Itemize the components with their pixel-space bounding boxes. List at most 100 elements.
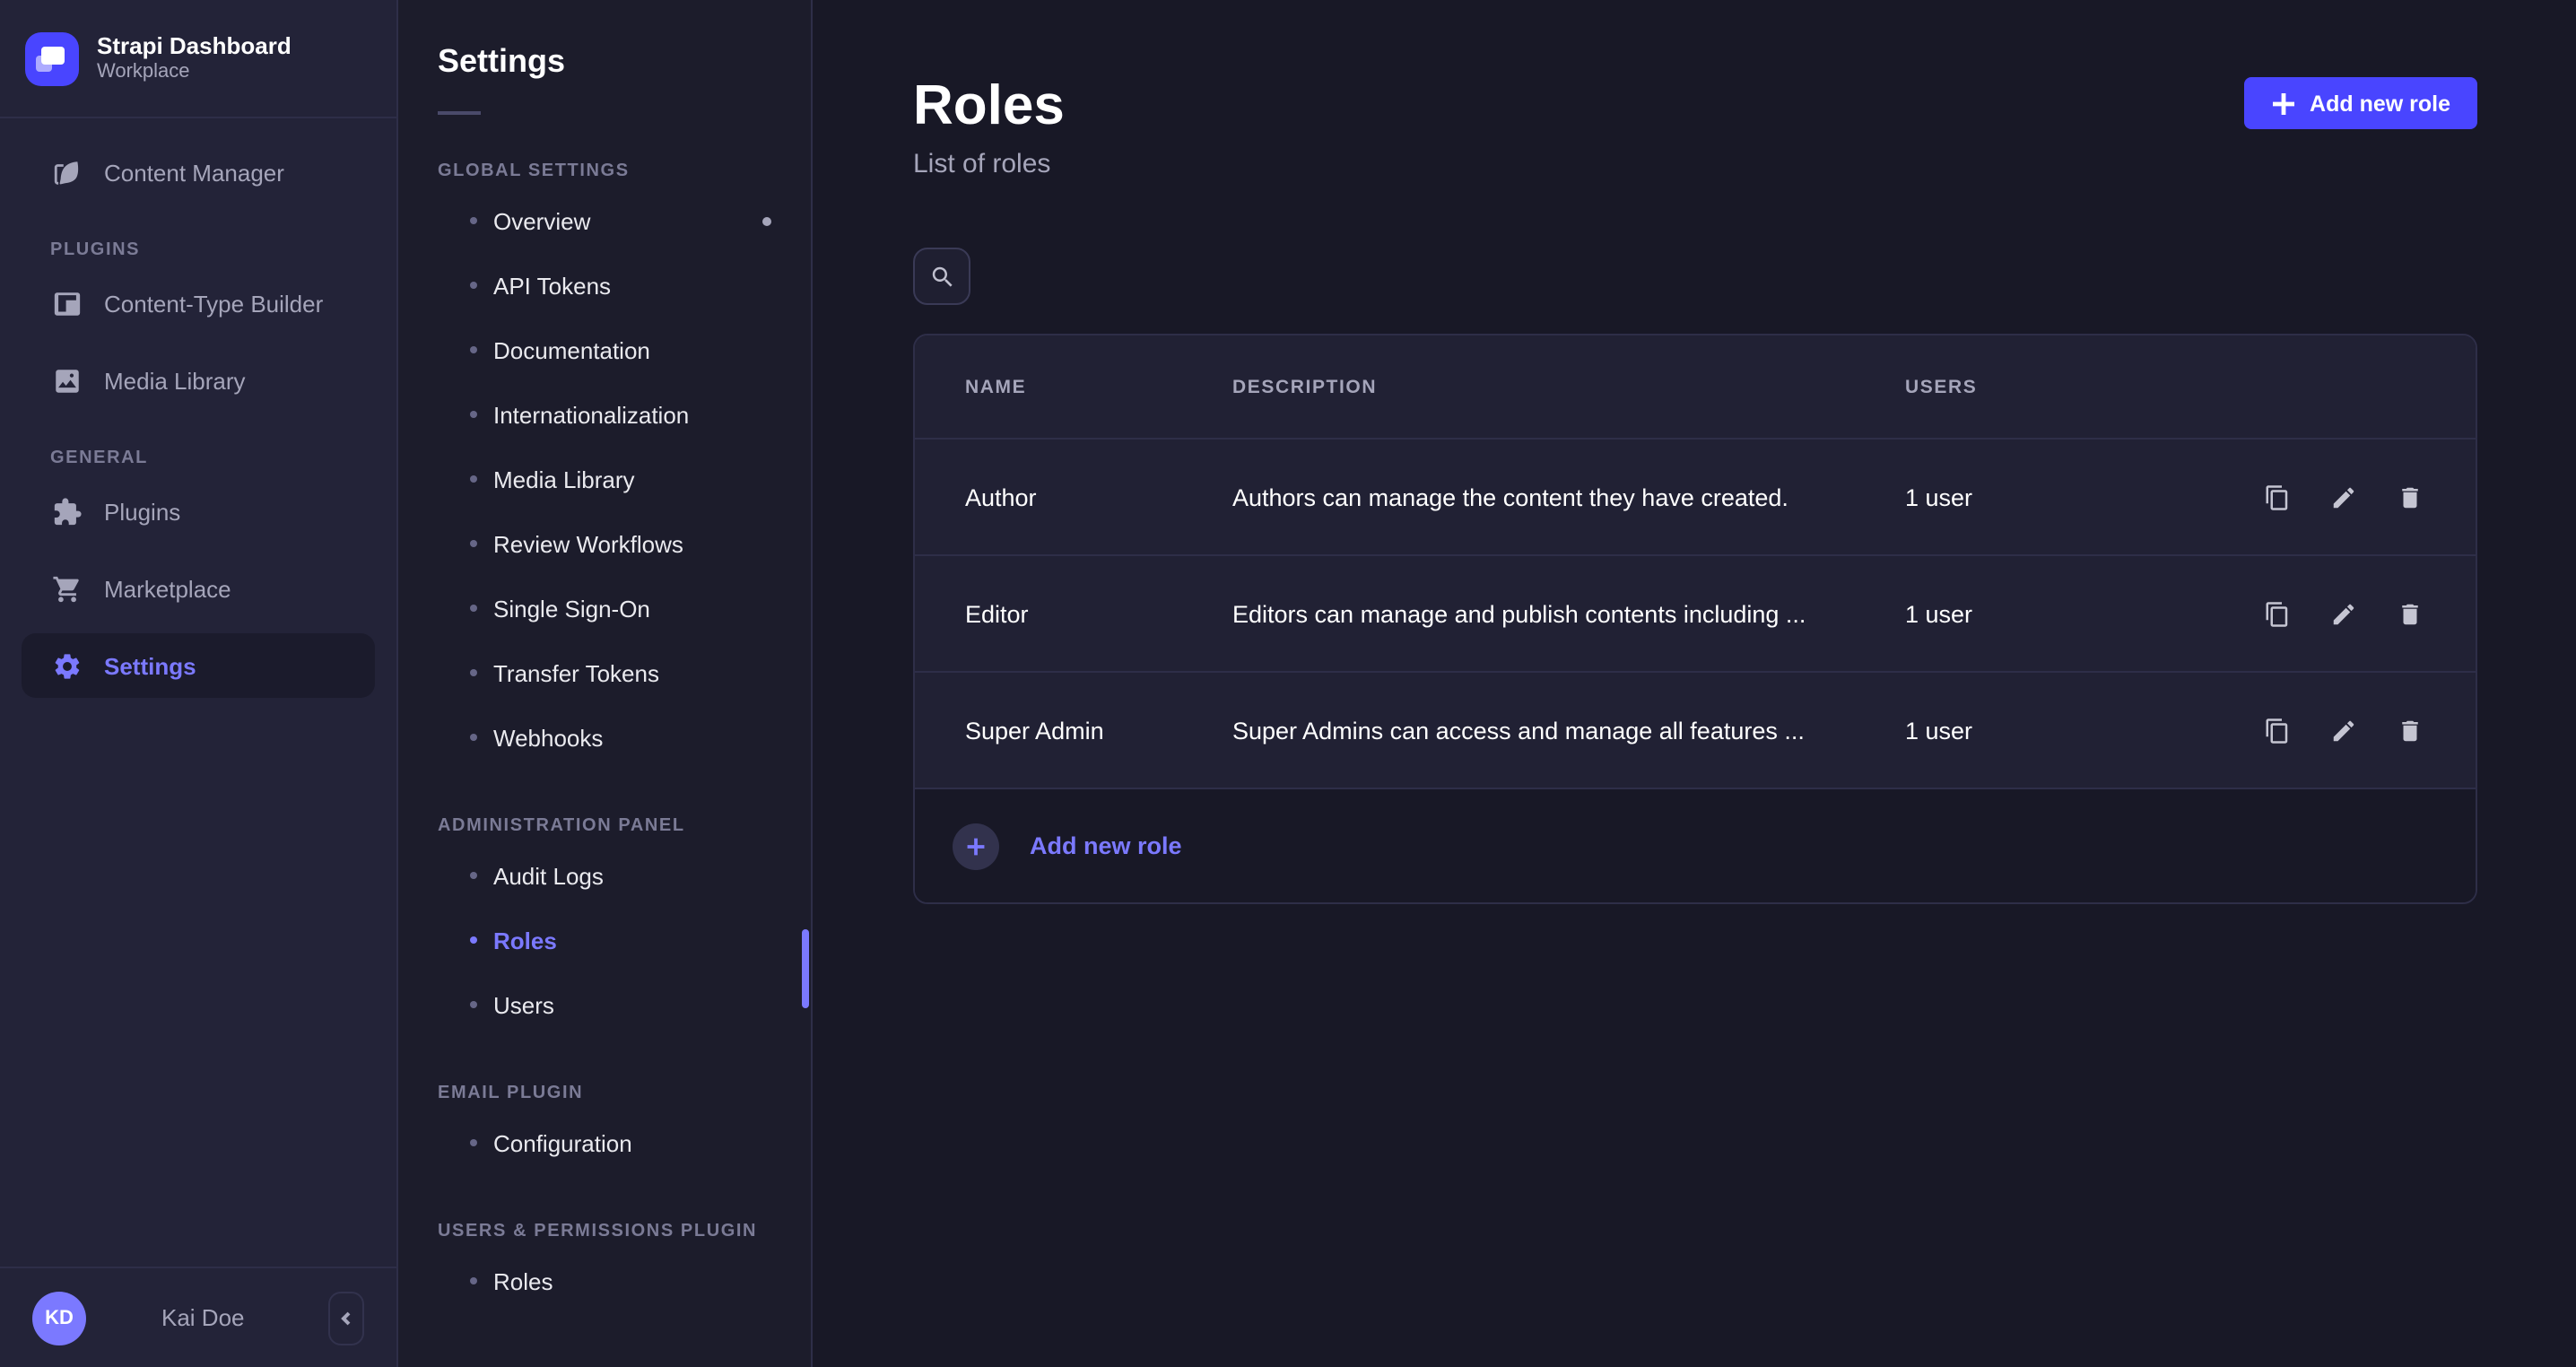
sidebar-item-media-library[interactable]: Media Library (22, 348, 375, 413)
sidebar-nav: Content Manager Plugins Content-Type Bui… (0, 118, 396, 1267)
subnav-item-transfer-tokens[interactable]: Transfer Tokens (398, 640, 811, 705)
subnav-item-api-tokens[interactable]: API Tokens (398, 253, 811, 318)
column-header-description: Description (1232, 376, 1905, 397)
sidebar-item-plugins[interactable]: Plugins (22, 479, 375, 544)
delete-role-button[interactable] (2393, 714, 2425, 746)
subnav-divider (438, 111, 481, 115)
duplicate-role-button[interactable] (2260, 714, 2293, 746)
subnav-item-roles[interactable]: Roles (398, 908, 811, 972)
sidebar-item-content-type-builder[interactable]: Content-Type Builder (22, 271, 375, 335)
bullet-icon (470, 605, 477, 612)
sidebar-item-label: Media Library (104, 367, 246, 394)
plus-icon (2270, 91, 2295, 116)
subnav-item-media-library[interactable]: Media Library (398, 447, 811, 511)
role-name: Author (965, 483, 1232, 510)
role-name: Editor (965, 600, 1232, 627)
gear-icon (50, 649, 83, 682)
user-name: Kai Doe (161, 1304, 245, 1331)
bullet-icon (470, 872, 477, 879)
roles-table-card: Name Description Users Author Authors ca… (913, 334, 2477, 904)
duplicate-icon (2263, 717, 2290, 744)
delete-role-button[interactable] (2393, 481, 2425, 513)
delete-role-button[interactable] (2393, 597, 2425, 630)
edit-role-button[interactable] (2327, 481, 2359, 513)
subnav-item-single-sign-on[interactable]: Single Sign-On (398, 576, 811, 640)
bullet-icon (470, 217, 477, 224)
column-header-users: Users (1905, 376, 2425, 397)
main-sidebar: Strapi Dashboard Workplace Content Manag… (0, 0, 398, 1367)
role-description: Authors can manage the content they have… (1232, 483, 1905, 510)
page-header: Roles List of roles Add new role (913, 75, 2477, 179)
search-button[interactable] (913, 248, 970, 305)
table-row-super-admin[interactable]: Super Admin Super Admins can access and … (915, 671, 2476, 788)
role-users-count: 1 user (1905, 717, 2260, 744)
brand-title: Strapi Dashboard (97, 32, 292, 61)
sidebar-heading-plugins: Plugins (50, 240, 368, 260)
sidebar-item-content-manager[interactable]: Content Manager (22, 140, 375, 205)
sidebar-item-label: Settings (104, 652, 196, 679)
bullet-icon (470, 411, 477, 418)
puzzle-icon (50, 495, 83, 527)
duplicate-icon (2263, 483, 2290, 510)
subnav-item-webhooks[interactable]: Webhooks (398, 705, 811, 770)
sidebar-item-settings[interactable]: Settings (22, 633, 375, 698)
duplicate-icon (2263, 600, 2290, 627)
subnav-heading-users-permissions-plugin: Users & Permissions plugin (438, 1222, 811, 1241)
bullet-icon (470, 346, 477, 353)
sidebar-item-label: Content-Type Builder (104, 290, 323, 317)
chevron-left-icon (339, 1310, 353, 1325)
subnav-item-audit-logs[interactable]: Audit Logs (398, 843, 811, 908)
bullet-icon (470, 1277, 477, 1284)
role-description: Super Admins can access and manage all f… (1232, 717, 1905, 744)
strapi-logo-icon (25, 31, 79, 85)
roles-table: Name Description Users Author Authors ca… (915, 335, 2476, 788)
column-header-name: Name (965, 376, 1232, 397)
brand-subtitle: Workplace (97, 61, 292, 84)
layout-grid-icon (50, 287, 83, 319)
table-footer-add-role[interactable]: Add new role (915, 788, 2476, 902)
subnav-item-review-workflows[interactable]: Review Workflows (398, 511, 811, 576)
bullet-icon (470, 1139, 477, 1146)
row-actions (2260, 714, 2425, 746)
duplicate-role-button[interactable] (2260, 481, 2293, 513)
brand[interactable]: Strapi Dashboard Workplace (0, 0, 396, 118)
subnav-title: Settings (438, 43, 811, 81)
app-window: Strapi Dashboard Workplace Content Manag… (0, 0, 2576, 1367)
subnav-item-upp-roles[interactable]: Roles (398, 1249, 811, 1313)
sidebar-heading-general: General (50, 448, 368, 468)
sidebar-user-footer: KD Kai Doe (0, 1267, 396, 1367)
subnav-item-overview[interactable]: Overview (398, 188, 811, 253)
cart-icon (50, 572, 83, 605)
add-new-role-button[interactable]: Add new role (2243, 77, 2477, 129)
notification-dot (762, 216, 771, 225)
duplicate-role-button[interactable] (2260, 597, 2293, 630)
subnav-heading-global-settings: Global Settings (438, 161, 811, 181)
table-row-author[interactable]: Author Authors can manage the content th… (915, 438, 2476, 554)
page-title: Roles (913, 75, 1065, 136)
role-description: Editors can manage and publish contents … (1232, 600, 1905, 627)
collapse-sidebar-button[interactable] (328, 1291, 364, 1345)
image-icon (50, 364, 83, 396)
avatar[interactable]: KD (32, 1291, 86, 1345)
table-row-editor[interactable]: Editor Editors can manage and publish co… (915, 554, 2476, 671)
subnav-heading-email-plugin: Email Plugin (438, 1084, 811, 1103)
bullet-icon (470, 936, 477, 944)
sidebar-item-label: Plugins (104, 498, 180, 525)
subnav-item-users[interactable]: Users (398, 972, 811, 1037)
role-users-count: 1 user (1905, 600, 2260, 627)
bullet-icon (470, 669, 477, 676)
trash-icon (2396, 483, 2423, 510)
trash-icon (2396, 600, 2423, 627)
subnav-item-documentation[interactable]: Documentation (398, 318, 811, 382)
subnav-scrollbar-thumb[interactable] (802, 929, 809, 1008)
role-users-count: 1 user (1905, 483, 2260, 510)
trash-icon (2396, 717, 2423, 744)
subnav-item-internationalization[interactable]: Internationalization (398, 382, 811, 447)
subnav-item-configuration[interactable]: Configuration (398, 1110, 811, 1175)
edit-role-button[interactable] (2327, 714, 2359, 746)
sidebar-item-marketplace[interactable]: Marketplace (22, 556, 375, 621)
bullet-icon (470, 282, 477, 289)
row-actions (2260, 481, 2425, 513)
edit-role-button[interactable] (2327, 597, 2359, 630)
row-actions (2260, 597, 2425, 630)
